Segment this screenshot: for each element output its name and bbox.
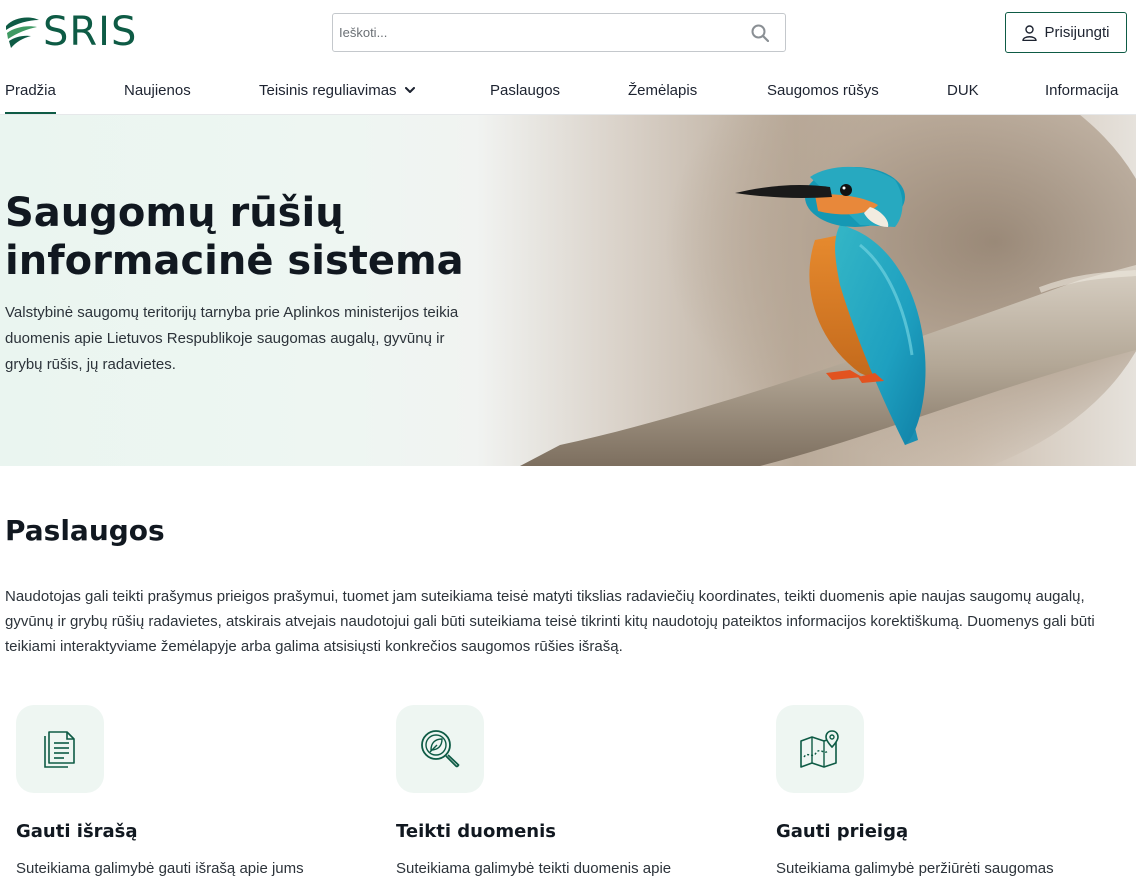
nav-item-zemelapis[interactable]: Žemėlapis [628, 82, 697, 99]
hero-description: Valstybinė saugomų teritorijų tarnyba pr… [5, 304, 459, 373]
nav-item-pradzia[interactable]: Pradžia [5, 82, 56, 115]
nav-label: DUK [947, 82, 979, 99]
chevron-down-icon [404, 87, 415, 93]
hero-title-line: Saugomų rūšių [5, 190, 344, 236]
nav-item-saugomos-rusys[interactable]: Saugomos rūšys [767, 82, 879, 99]
kingfisher-image [500, 115, 1136, 466]
site-logo[interactable]: SRIS [5, 12, 137, 52]
services-title: Paslaugos [5, 514, 165, 547]
nav-label: Pradžia [5, 82, 56, 99]
nav-label: Naujienos [124, 82, 191, 99]
hero-title-line: informacinė sistema [5, 238, 464, 284]
nav-item-informacija[interactable]: Informacija [1045, 82, 1118, 99]
card-description: Suteikiama galimybė teikti duomenis apie [396, 860, 672, 877]
nav-item-naujienos[interactable]: Naujienos [124, 82, 191, 99]
search-input[interactable] [333, 14, 743, 51]
logo-text: SRIS [43, 9, 138, 55]
search-icon[interactable] [751, 24, 769, 42]
nav-item-teisinis-reguliavimas[interactable]: Teisinis reguliavimas [259, 82, 415, 99]
login-label: Prisijungti [1044, 24, 1110, 41]
card-title: Gauti prieigą [776, 821, 909, 842]
nav-label: Žemėlapis [628, 82, 698, 99]
card-description: Suteikiama galimybė gauti išrašą apie ju… [16, 860, 304, 877]
nav-label: Saugomos rūšys [767, 82, 879, 99]
card-title: Teikti duomenis [396, 821, 557, 842]
services-description: Naudotojas gali teikti prašymus prieigos… [5, 588, 1095, 655]
user-icon [1022, 24, 1038, 41]
nav-item-duk[interactable]: DUK [947, 82, 979, 99]
hero-banner: Saugomų rūšių informacinė sistema Valsty… [0, 115, 1136, 466]
service-card-israsas[interactable]: Gauti išrašą Suteikiama galimybė gauti i… [16, 705, 346, 877]
card-description: Suteikiama galimybė peržiūrėti saugomas [776, 860, 1054, 877]
nav-label: Paslaugos [490, 82, 561, 99]
site-header: SRIS Prisijungti Pradžia Naujienos Teisi… [0, 0, 1136, 115]
nav-label: Informacija [1045, 82, 1119, 99]
card-title: Gauti išrašą [16, 821, 138, 842]
main-nav: Pradžia Naujienos Teisinis reguliavimas … [0, 70, 1136, 115]
card-icon-box [396, 705, 484, 793]
map-pin-icon [800, 730, 839, 768]
hero-title: Saugomų rūšių informacinė sistema [5, 189, 525, 285]
nav-label: Teisinis reguliavimas [259, 82, 397, 99]
service-card-teikti-duomenis[interactable]: Teikti duomenis Suteikiama galimybė teik… [396, 705, 726, 877]
login-button[interactable]: Prisijungti [1005, 12, 1127, 53]
card-icon-box [16, 705, 104, 793]
card-icon-box [776, 705, 864, 793]
nav-item-paslaugos[interactable]: Paslaugos [490, 82, 560, 99]
search-leaf-icon [421, 730, 460, 768]
service-card-gauti-prieiga[interactable]: Gauti prieigą Suteikiama galimybė peržiū… [776, 705, 1106, 877]
search-box [332, 13, 786, 52]
logo-leaf-icon [6, 17, 39, 48]
document-icon [44, 731, 75, 768]
